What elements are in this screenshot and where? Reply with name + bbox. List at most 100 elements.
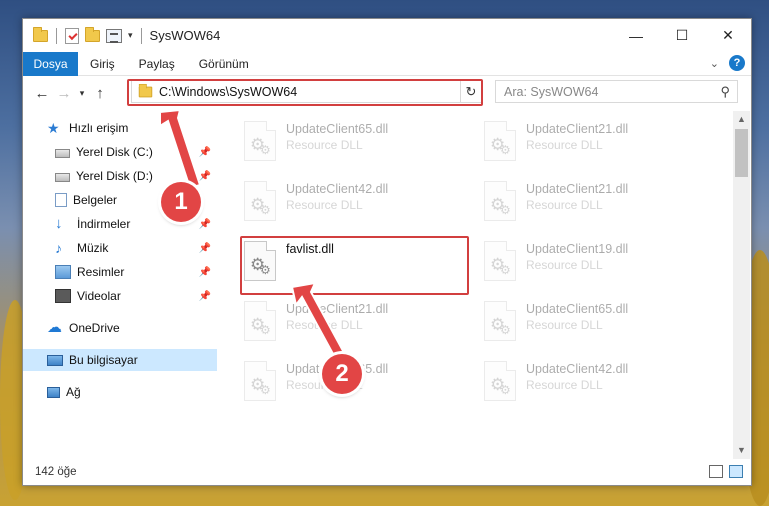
file-item[interactable]: ⚙ ⚙ UpdateClient42.dll Resource DLL [220, 177, 450, 227]
scroll-down-icon[interactable]: ▼ [733, 442, 750, 459]
sidebar-item-music[interactable]: ♪ Müzik 📌 [23, 237, 217, 259]
minimize-button[interactable]: — [613, 19, 659, 52]
file-type: Resource DLL [526, 198, 603, 212]
file-type: Resource DLL [286, 318, 363, 332]
documents-icon [55, 193, 67, 207]
pin-icon[interactable]: 📌 [199, 219, 211, 230]
file-type: Resource DLL [286, 198, 363, 212]
file-name: UpdateClient65.dll [526, 302, 629, 316]
file-name: UpdateClient42.dll [286, 182, 389, 196]
sidebar-item-label: Müzik [77, 241, 109, 255]
file-type: Resource DLL [526, 318, 603, 332]
download-icon: ↓ [55, 215, 63, 232]
search-icon: ⚲ [720, 84, 730, 99]
recent-locations-icon[interactable]: ▾ [75, 88, 89, 99]
window-controls: — ☐ ✕ [613, 19, 751, 52]
sidebar-item-videos[interactable]: Videolar 📌 [23, 285, 217, 307]
back-arrow-icon[interactable]: ← [31, 85, 53, 102]
vertical-scrollbar[interactable]: ▲ ▼ [733, 111, 750, 459]
tab-share[interactable]: Paylaş [127, 57, 187, 71]
dll-file-icon: ⚙ ⚙ [484, 241, 516, 281]
scroll-up-icon[interactable]: ▲ [733, 111, 750, 128]
sidebar-item-label: İndirmeler [77, 217, 131, 231]
step-2-badge: 2 [322, 354, 362, 394]
sidebar-item-label: OneDrive [69, 321, 120, 335]
file-item[interactable]: ⚙ ⚙ UpdateClient21.dll Resource DLL [220, 297, 450, 347]
sidebar-item-onedrive[interactable]: ☁ OneDrive [23, 317, 217, 339]
forward-arrow-icon[interactable]: → [53, 85, 75, 102]
explorer-window: ▾ SysWOW64 — ☐ ✕ Dosya Giriş Paylaş Görü… [22, 18, 752, 486]
pin-icon[interactable]: 📌 [199, 171, 211, 182]
step-1-badge: 1 [161, 182, 201, 222]
file-item[interactable]: ⚙⚙ UpdateClient65.dll Resource DLL [220, 117, 450, 167]
close-button[interactable]: ✕ [705, 19, 751, 52]
ribbon-right: ⌄ ? [710, 55, 745, 71]
new-folder-icon[interactable] [85, 26, 100, 42]
sidebar-item-label: Ağ [66, 385, 81, 399]
file-type: Resource DLL [526, 258, 603, 272]
tab-view[interactable]: Görünüm [187, 57, 261, 71]
file-type: Resource DLL [286, 138, 363, 152]
sidebar-item-this-pc[interactable]: Bu bilgisayar [23, 349, 217, 371]
properties-icon[interactable] [106, 28, 122, 43]
disk-icon [55, 149, 70, 158]
pin-icon[interactable]: 📌 [199, 291, 211, 302]
disk-icon [55, 173, 70, 182]
dll-file-icon: ⚙ ⚙ [244, 301, 276, 341]
divider [140, 27, 142, 44]
window-title: SysWOW64 [149, 28, 221, 43]
sidebar-item-label: Yerel Disk (C:) [76, 145, 153, 159]
file-item[interactable]: ⚙ ⚙ UpdateClient42.dll Resource DLL [460, 357, 690, 407]
file-name: UpdateClient65.dll [286, 122, 389, 136]
file-item[interactable]: ⚙⚙ UpdateClient65.dll Resource DLL [460, 297, 690, 347]
sidebar-item-label: Hızlı erişim [69, 121, 129, 135]
help-icon[interactable]: ? [729, 55, 745, 71]
maximize-button[interactable]: ☐ [659, 19, 705, 52]
quick-access-toolbar: ▾ [33, 26, 144, 44]
dll-file-icon: ⚙ ⚙ [244, 181, 276, 221]
title-bar: ▾ SysWOW64 — ☐ ✕ [23, 19, 751, 52]
file-item-favlist[interactable]: ⚙ ⚙ favlist.dll [220, 237, 450, 287]
status-bar: 142 öğe [23, 459, 751, 485]
search-input[interactable]: Ara: SysWOW64 ⚲ [495, 80, 738, 103]
sidebar-item-label: Videolar [77, 289, 121, 303]
sidebar-item-pictures[interactable]: Resimler 📌 [23, 261, 217, 283]
properties-check-icon[interactable] [65, 27, 79, 44]
file-item[interactable]: ⚙ ⚙ UpdateClient19.dll Resource DLL [460, 237, 690, 287]
navigation-pane: ★ Hızlı erişim Yerel Disk (C:) 📌 Yerel D… [23, 111, 219, 459]
pictures-icon [55, 265, 71, 279]
up-arrow-icon[interactable]: ↑ [89, 85, 111, 102]
file-name: UpdateClient21.dll [526, 122, 629, 136]
pin-icon[interactable]: 📌 [199, 267, 211, 278]
large-icons-view-icon[interactable] [729, 465, 743, 478]
tab-file[interactable]: Dosya [23, 51, 78, 76]
file-item[interactable]: ⚙ ⚙ UpdateClient21.dll Resource DLL [460, 117, 690, 167]
expand-ribbon-icon[interactable]: ⌄ [710, 57, 719, 70]
pin-icon[interactable]: 📌 [199, 147, 211, 158]
star-icon: ★ [47, 120, 60, 136]
dll-file-icon: ⚙ ⚙ [484, 121, 516, 161]
file-name: UpdateClient19.dll [526, 242, 629, 256]
view-switcher [709, 465, 743, 478]
sidebar-item-label: Resimler [77, 265, 125, 279]
tab-home[interactable]: Giriş [78, 57, 127, 71]
dll-file-icon: ⚙ ⚙ [244, 241, 276, 281]
sidebar-item-disk-c[interactable]: Yerel Disk (C:) 📌 [23, 141, 217, 163]
sidebar-item-quick-access[interactable]: ★ Hızlı erişim [23, 117, 217, 139]
cloud-icon: ☁ [47, 319, 62, 336]
file-name: UpdateClient21.dll [286, 302, 389, 316]
chevron-down-icon[interactable]: ▾ [128, 30, 133, 41]
music-icon: ♪ [55, 240, 62, 256]
details-view-icon[interactable] [709, 465, 723, 478]
file-type: Resource DLL [526, 378, 603, 392]
scroll-thumb[interactable] [735, 129, 748, 177]
dll-file-icon: ⚙ ⚙ [484, 361, 516, 401]
network-icon [47, 386, 60, 398]
sidebar-item-network[interactable]: Ağ [23, 381, 217, 403]
address-bar[interactable]: C:\Windows\SysWOW64 ⌄ [131, 80, 477, 103]
file-type: Resource DLL [526, 138, 603, 152]
file-item[interactable]: ⚙ ⚙ UpdateClient21.dll Resource DLL [460, 177, 690, 227]
pin-icon[interactable]: 📌 [199, 243, 211, 254]
refresh-button[interactable]: ↻ [460, 80, 482, 103]
sidebar-item-label: Bu bilgisayar [69, 353, 138, 367]
